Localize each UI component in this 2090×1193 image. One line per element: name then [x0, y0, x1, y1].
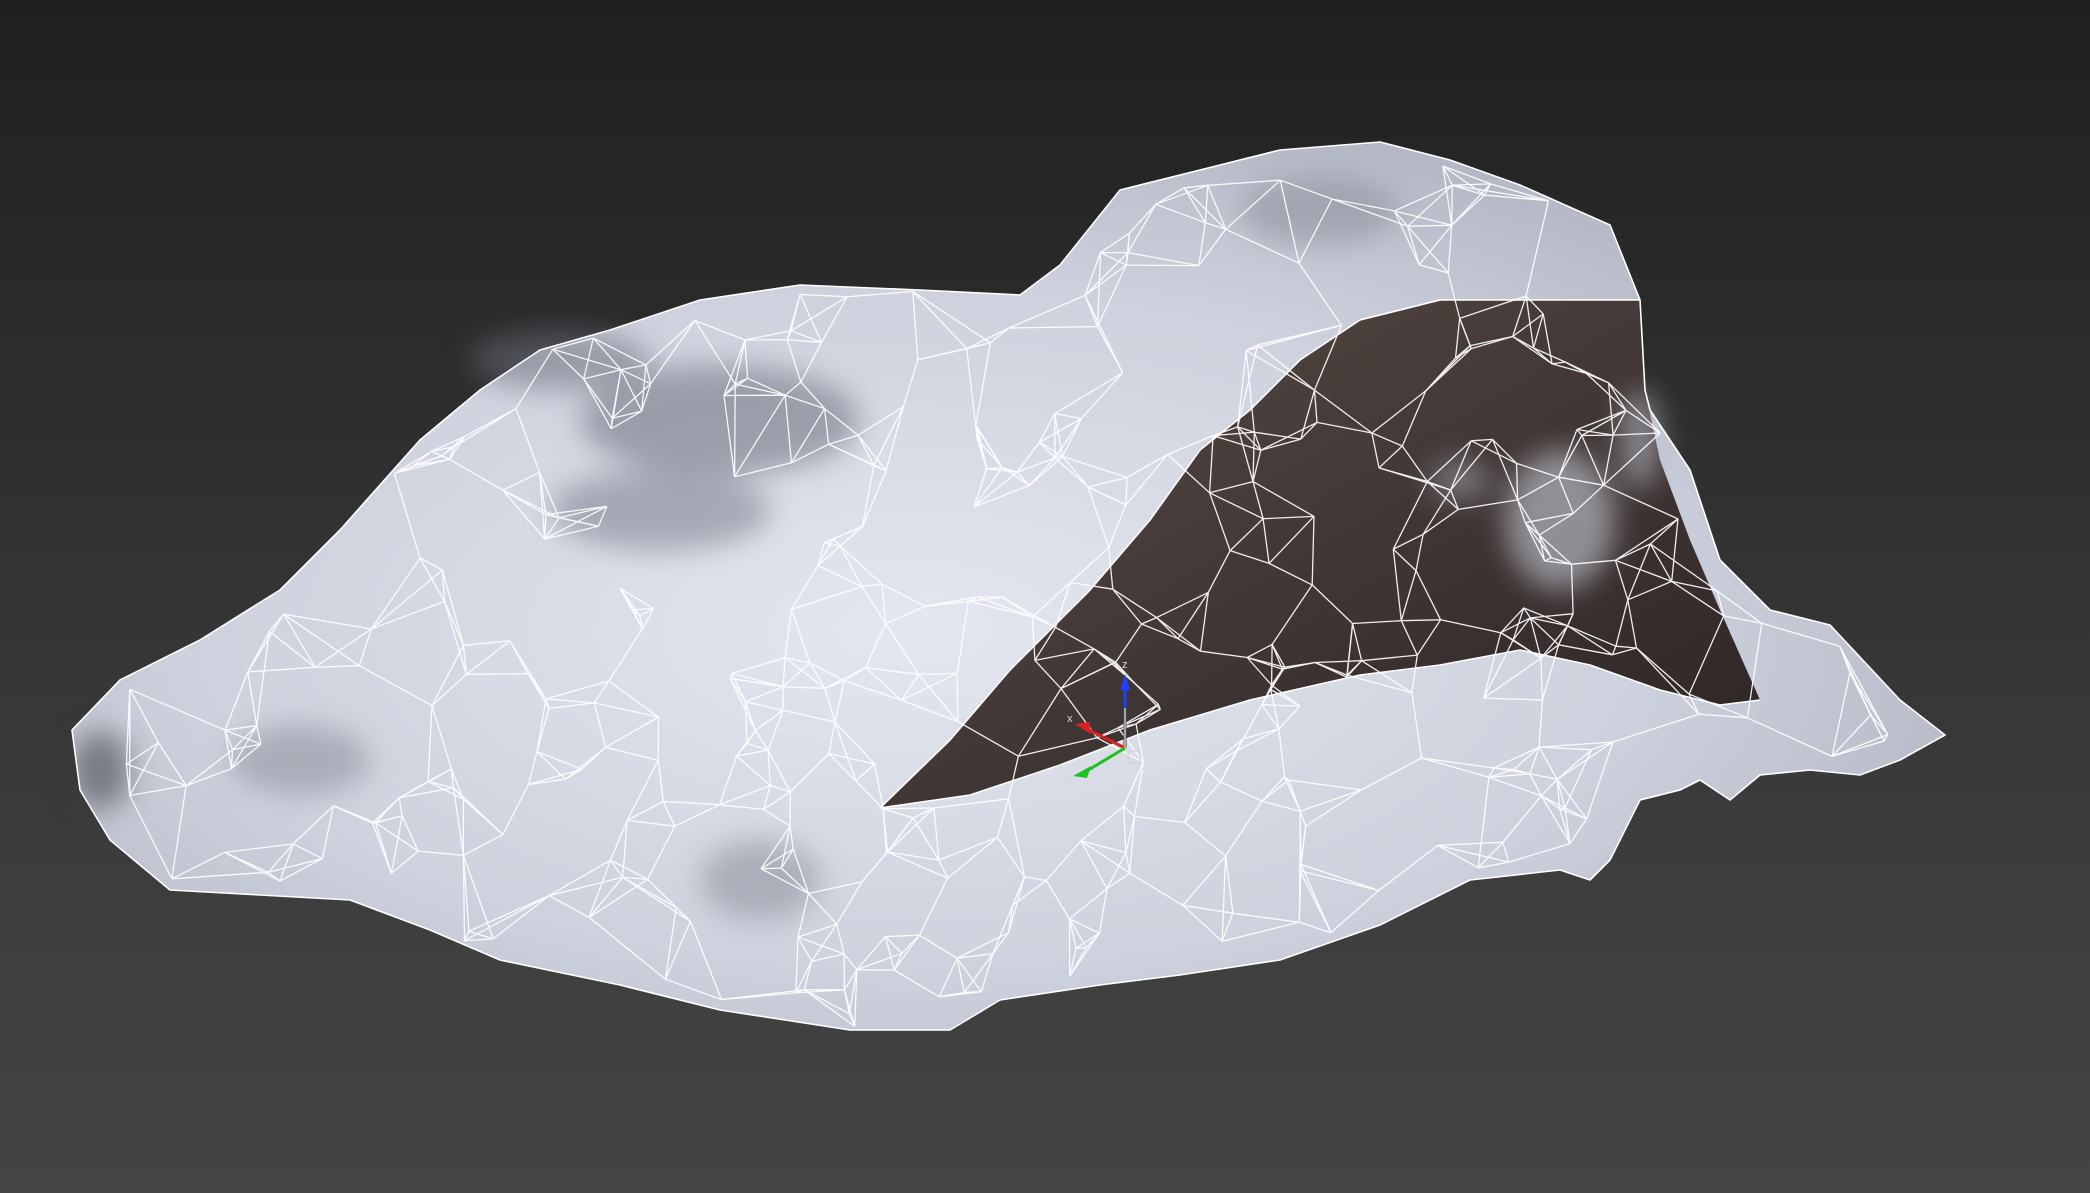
gizmo-z-label: z	[1122, 659, 1128, 671]
mesh-edge	[1270, 644, 1273, 686]
mesh-edge	[760, 867, 782, 870]
mesh-edge	[1401, 619, 1441, 622]
mesh-edge	[1076, 946, 1087, 949]
gizmo-x-label: x	[1067, 713, 1073, 725]
3d-viewport[interactable]: z x y	[0, 0, 2090, 1193]
mesh-edge	[1299, 811, 1302, 865]
mesh-edge	[1126, 264, 1199, 267]
gizmo-y-label: y	[1065, 773, 1071, 785]
mesh-edge	[1451, 185, 1453, 226]
viewport-canvas[interactable]: z x y	[0, 0, 2090, 1193]
mesh-edge	[883, 807, 934, 810]
mesh-edge	[466, 673, 529, 675]
mesh-edge	[1407, 224, 1452, 227]
mesh-edge	[733, 384, 736, 477]
